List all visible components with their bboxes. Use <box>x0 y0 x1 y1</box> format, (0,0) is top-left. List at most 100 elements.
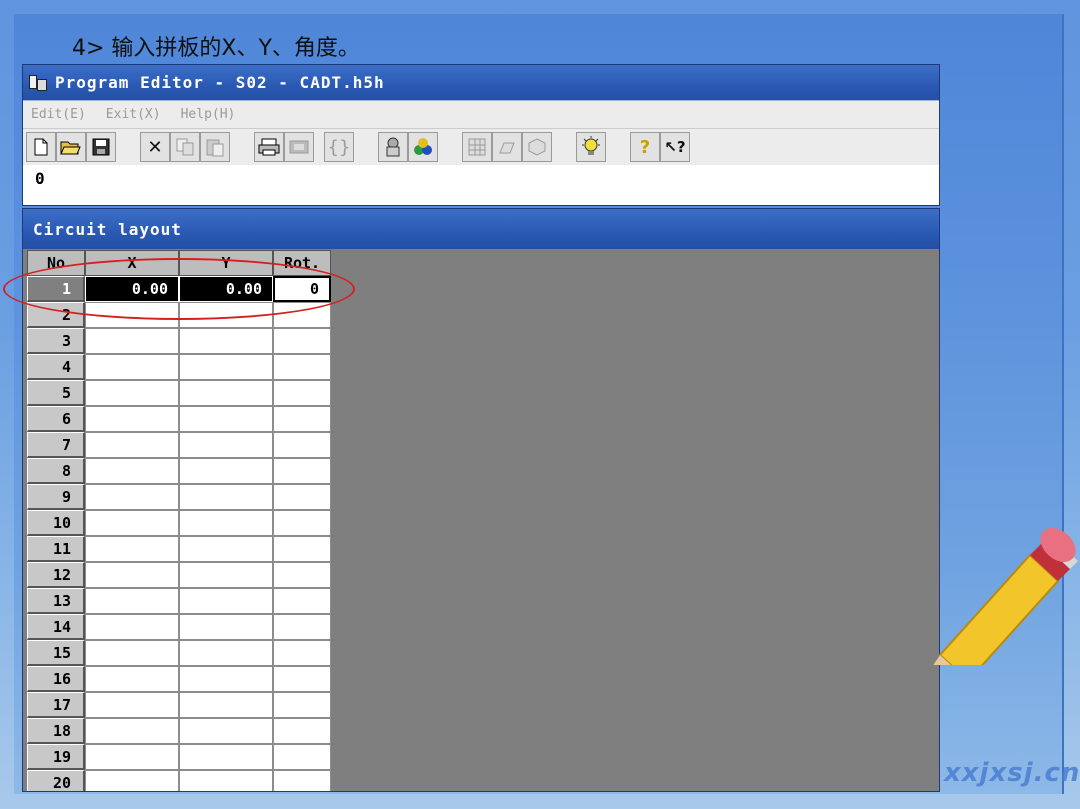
paste-icon[interactable] <box>200 132 230 162</box>
x-cell[interactable] <box>85 354 179 380</box>
x-cell[interactable] <box>85 588 179 614</box>
y-cell[interactable] <box>179 718 273 744</box>
rot-cell[interactable] <box>273 770 331 791</box>
row-number[interactable]: 17 <box>27 692 85 718</box>
y-cell[interactable] <box>179 692 273 718</box>
x-cell[interactable] <box>85 536 179 562</box>
rot-cell[interactable] <box>273 380 331 406</box>
title-bar[interactable]: Program Editor - S02 - CADT.h5h <box>23 65 939 101</box>
row-number[interactable]: 13 <box>27 588 85 614</box>
print-icon[interactable] <box>254 132 284 162</box>
table-row: 4 <box>27 354 331 380</box>
y-cell[interactable] <box>179 510 273 536</box>
y-cell[interactable] <box>179 640 273 666</box>
preview-icon[interactable] <box>284 132 314 162</box>
row-number[interactable]: 11 <box>27 536 85 562</box>
circuit-layout-title: Circuit layout <box>23 209 939 249</box>
table-row: 5 <box>27 380 331 406</box>
x-cell[interactable] <box>85 640 179 666</box>
row-number[interactable]: 5 <box>27 380 85 406</box>
rot-cell[interactable] <box>273 536 331 562</box>
row-number[interactable]: 16 <box>27 666 85 692</box>
y-cell[interactable] <box>179 614 273 640</box>
y-cell[interactable] <box>179 770 273 791</box>
package-icon[interactable] <box>522 132 552 162</box>
row-number[interactable]: 6 <box>27 406 85 432</box>
y-cell[interactable] <box>179 666 273 692</box>
rot-cell[interactable] <box>273 432 331 458</box>
x-cell[interactable] <box>85 406 179 432</box>
layout-grid: No X Y Rot. 1 0.00 0.00 0 2 3 4 5 6 7 8 9 10 11 12 13 14… <box>27 250 331 791</box>
row-number[interactable]: 18 <box>27 718 85 744</box>
rot-cell[interactable] <box>273 666 331 692</box>
row-number[interactable]: 8 <box>27 458 85 484</box>
row-number[interactable]: 7 <box>27 432 85 458</box>
rot-cell[interactable] <box>273 588 331 614</box>
rot-cell[interactable] <box>273 718 331 744</box>
row-number[interactable]: 20 <box>27 770 85 791</box>
rot-cell[interactable] <box>273 458 331 484</box>
y-cell[interactable] <box>179 562 273 588</box>
row-number[interactable]: 10 <box>27 510 85 536</box>
save-icon[interactable] <box>86 132 116 162</box>
y-cell[interactable] <box>179 432 273 458</box>
row-number[interactable]: 3 <box>27 328 85 354</box>
x-cell[interactable] <box>85 458 179 484</box>
components-icon[interactable] <box>408 132 438 162</box>
y-cell[interactable] <box>179 406 273 432</box>
table-row: 19 <box>27 744 331 770</box>
menu-edit[interactable]: Edit(E) <box>31 107 86 122</box>
rot-cell[interactable] <box>273 744 331 770</box>
x-cell[interactable] <box>85 380 179 406</box>
help-icon[interactable]: ? <box>630 132 660 162</box>
rot-cell[interactable] <box>273 692 331 718</box>
machine-icon[interactable] <box>492 132 522 162</box>
row-number[interactable]: 19 <box>27 744 85 770</box>
row-number[interactable]: 4 <box>27 354 85 380</box>
y-cell[interactable] <box>179 380 273 406</box>
y-cell[interactable] <box>179 588 273 614</box>
row-number[interactable]: 12 <box>27 562 85 588</box>
x-cell[interactable] <box>85 744 179 770</box>
rot-cell[interactable] <box>273 328 331 354</box>
x-cell[interactable] <box>85 328 179 354</box>
x-cell[interactable] <box>85 770 179 791</box>
rot-cell[interactable] <box>273 484 331 510</box>
x-cell[interactable] <box>85 692 179 718</box>
x-cell[interactable] <box>85 432 179 458</box>
open-folder-icon[interactable] <box>56 132 86 162</box>
row-number[interactable]: 9 <box>27 484 85 510</box>
row-number[interactable]: 14 <box>27 614 85 640</box>
copy-icon[interactable] <box>170 132 200 162</box>
x-cell[interactable] <box>85 484 179 510</box>
cut-icon[interactable]: ✕ <box>140 132 170 162</box>
menu-exit[interactable]: Exit(X) <box>106 107 161 122</box>
new-file-icon[interactable] <box>26 132 56 162</box>
y-cell[interactable] <box>179 484 273 510</box>
x-cell[interactable] <box>85 510 179 536</box>
rot-cell[interactable] <box>273 406 331 432</box>
value-line[interactable]: 0 <box>23 165 939 203</box>
y-cell[interactable] <box>179 458 273 484</box>
rot-cell[interactable] <box>273 614 331 640</box>
context-help-icon[interactable]: ↖? <box>660 132 690 162</box>
x-cell[interactable] <box>85 666 179 692</box>
grid-icon[interactable] <box>462 132 492 162</box>
rot-cell[interactable] <box>273 562 331 588</box>
x-cell[interactable] <box>85 718 179 744</box>
rot-cell[interactable] <box>273 354 331 380</box>
menu-help[interactable]: Help(H) <box>181 107 236 122</box>
bracket-icon[interactable]: {} <box>324 132 354 162</box>
rot-cell[interactable] <box>273 510 331 536</box>
x-cell[interactable] <box>85 614 179 640</box>
y-cell[interactable] <box>179 744 273 770</box>
table-row: 9 <box>27 484 331 510</box>
lightbulb-icon[interactable] <box>576 132 606 162</box>
x-cell[interactable] <box>85 562 179 588</box>
y-cell[interactable] <box>179 536 273 562</box>
row-number[interactable]: 15 <box>27 640 85 666</box>
y-cell[interactable] <box>179 328 273 354</box>
rot-cell[interactable] <box>273 640 331 666</box>
tool-icon[interactable] <box>378 132 408 162</box>
y-cell[interactable] <box>179 354 273 380</box>
